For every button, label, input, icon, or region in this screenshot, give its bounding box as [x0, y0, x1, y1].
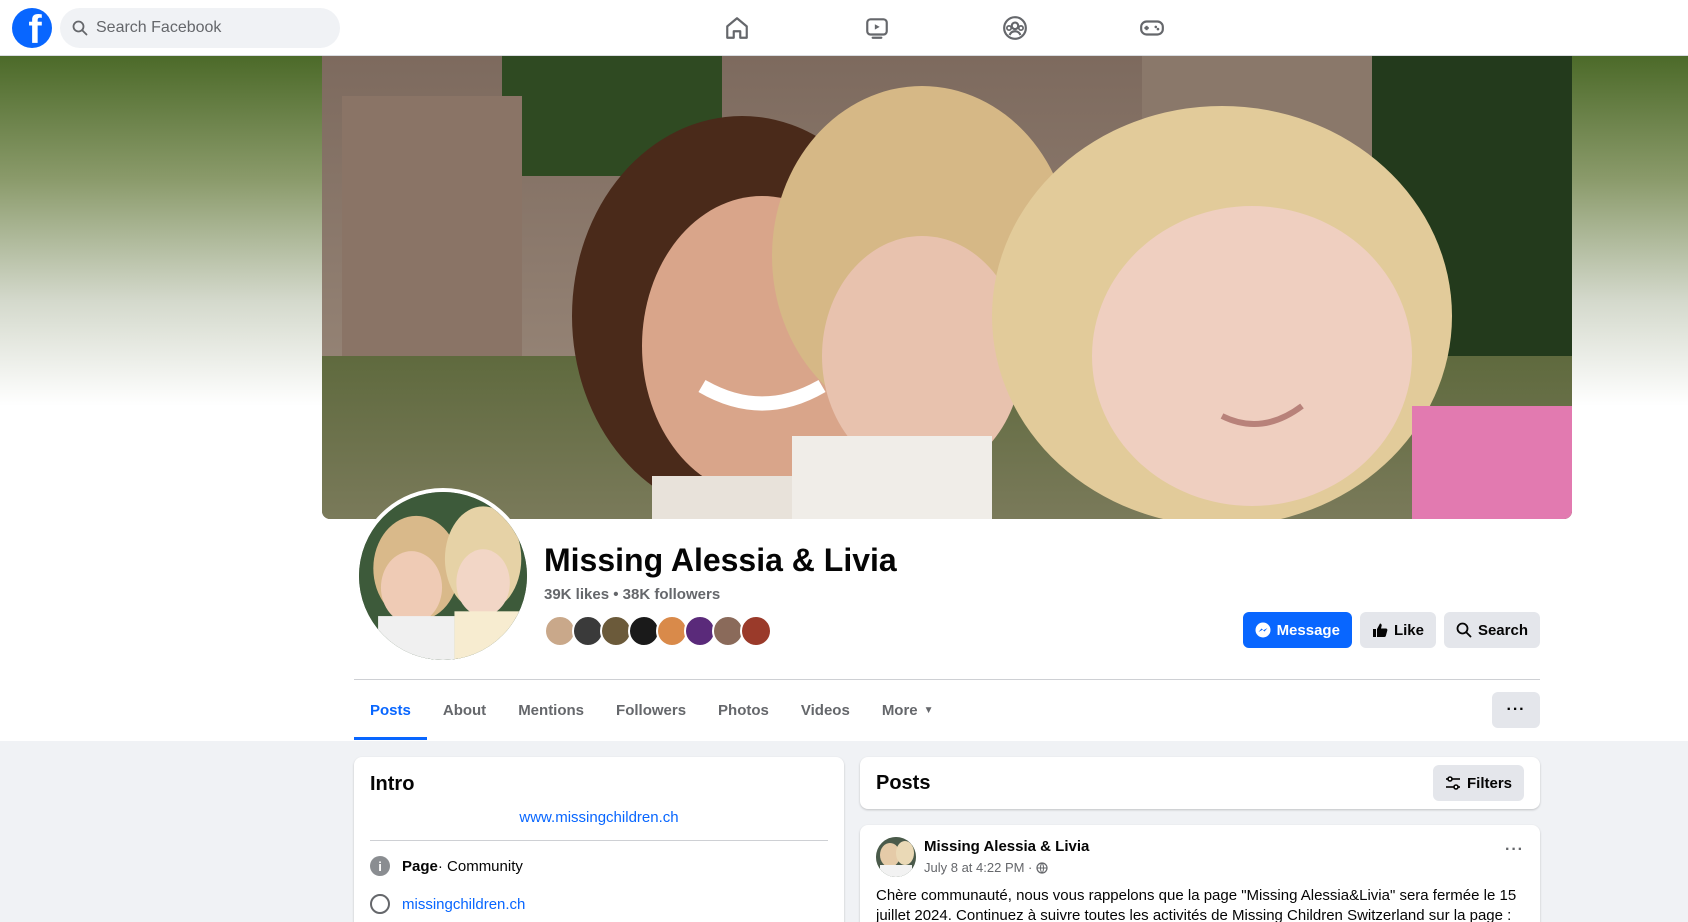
post-author-name[interactable]: Missing Alessia & Livia	[924, 838, 1089, 855]
post-meta: July 8 at 4:22 PM ·	[924, 860, 1048, 875]
follower-avatar[interactable]	[740, 615, 772, 647]
filters-icon	[1445, 776, 1460, 790]
intro-website-link[interactable]: www.missingchildren.ch	[354, 809, 844, 826]
video-icon[interactable]	[857, 12, 897, 44]
intro-category-row: i Page · Community	[370, 856, 523, 876]
tab-videos[interactable]: Videos	[785, 680, 866, 740]
page-actions: Message Like Search	[1242, 612, 1540, 648]
more-options-button[interactable]: ···	[1492, 692, 1540, 728]
intro-website-row: missingchildren.ch	[370, 894, 525, 914]
search-icon	[1456, 622, 1472, 638]
like-button[interactable]: Like	[1359, 612, 1436, 648]
page-header: Missing Alessia & Livia 39K likes • 38K …	[0, 56, 1688, 741]
search-page-button[interactable]: Search	[1443, 612, 1540, 648]
search-icon	[72, 20, 88, 36]
tab-posts[interactable]: Posts	[354, 680, 427, 740]
like-button-label: Like	[1393, 621, 1424, 639]
search-input[interactable]	[96, 19, 316, 37]
messenger-icon	[1255, 622, 1271, 638]
tab-more-label: More	[881, 701, 918, 719]
posts-header-card: Posts Filters	[860, 757, 1540, 809]
search-button-label: Search	[1477, 621, 1528, 639]
cover-photo[interactable]	[322, 56, 1572, 519]
post-timestamp[interactable]: July 8 at 4:22 PM ·	[924, 860, 1032, 875]
tab-mentions-label: Mentions	[518, 701, 585, 719]
tab-about-label: About	[442, 701, 487, 719]
gaming-icon[interactable]	[1132, 12, 1172, 44]
message-button-label: Message	[1276, 621, 1340, 639]
tab-followers[interactable]: Followers	[600, 680, 702, 740]
posts-title: Posts	[876, 771, 931, 794]
tab-photos-label: Photos	[718, 701, 769, 719]
post-author-avatar[interactable]	[876, 837, 916, 877]
facebook-logo[interactable]: f	[12, 8, 52, 48]
intro-category-value: · Community	[437, 857, 523, 875]
tab-mentions[interactable]: Mentions	[502, 680, 600, 740]
tab-photos[interactable]: Photos	[702, 680, 785, 740]
thumbs-up-icon	[1372, 623, 1388, 637]
page-title: Missing Alessia & Livia	[544, 542, 897, 578]
globe-icon	[370, 894, 390, 914]
intro-divider	[370, 840, 828, 841]
tab-posts-label: Posts	[370, 701, 411, 719]
message-button[interactable]: Message	[1242, 612, 1352, 648]
intro-card: Intro www.missingchildren.ch i Page · Co…	[354, 757, 844, 922]
page-tabs: Posts About Mentions Followers Photos Vi…	[354, 680, 950, 740]
filters-button[interactable]: Filters	[1432, 765, 1524, 801]
home-icon[interactable]	[717, 12, 757, 44]
tab-about[interactable]: About	[427, 680, 502, 740]
post-text: Chère communauté, nous vous rappelons qu…	[876, 887, 1517, 922]
page-stats[interactable]: 39K likes • 38K followers	[544, 586, 720, 603]
tab-more[interactable]: More ▼	[866, 680, 950, 740]
search-box[interactable]	[60, 8, 340, 48]
filters-label: Filters	[1466, 774, 1512, 792]
globe-icon	[1036, 861, 1048, 874]
info-icon: i	[370, 856, 390, 876]
tab-videos-label: Videos	[800, 701, 850, 719]
follower-avatars[interactable]	[544, 615, 772, 649]
intro-website[interactable]: missingchildren.ch	[402, 896, 525, 913]
groups-icon[interactable]	[995, 12, 1035, 44]
post-options-button[interactable]: ···	[1505, 841, 1524, 859]
top-navigation-bar: f	[0, 0, 1688, 56]
post-card: Missing Alessia & Livia July 8 at 4:22 P…	[860, 825, 1540, 922]
intro-title: Intro	[370, 773, 415, 795]
caret-down-icon: ▼	[923, 704, 934, 716]
tab-followers-label: Followers	[616, 701, 687, 719]
intro-category-label: Page	[402, 857, 438, 875]
page-profile-picture[interactable]	[355, 488, 531, 664]
